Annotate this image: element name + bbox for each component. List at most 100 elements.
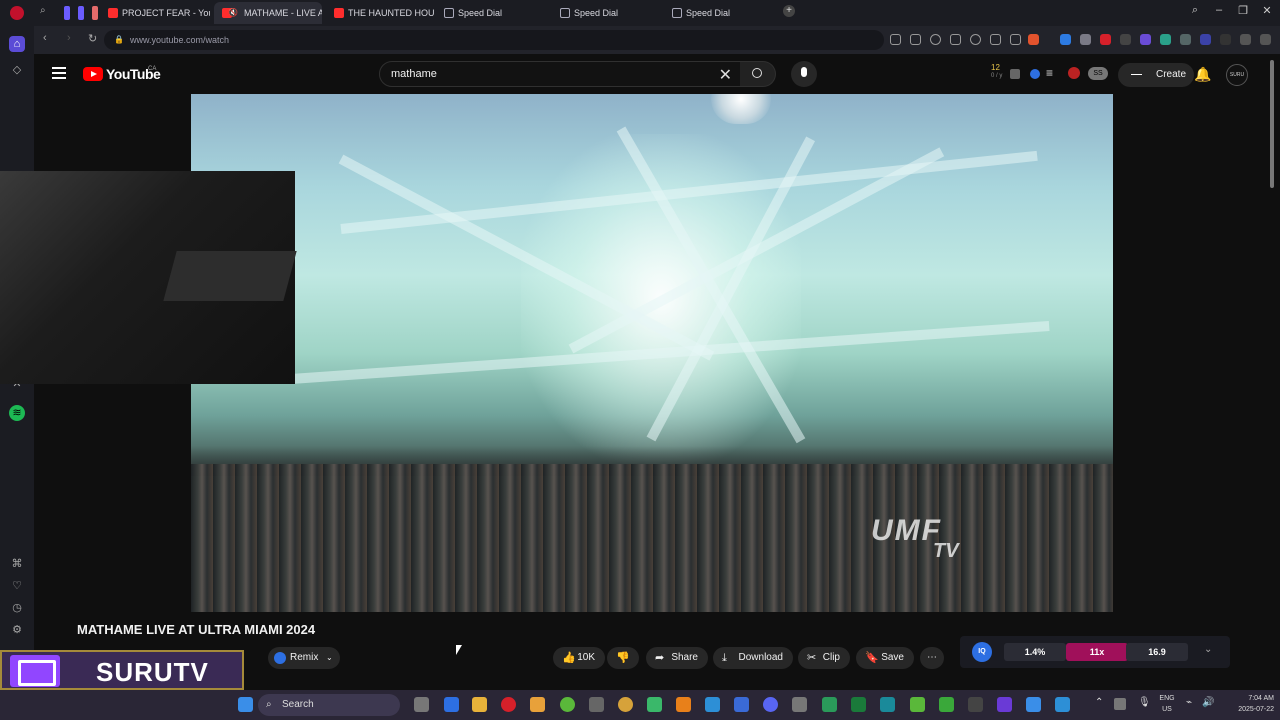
dislike-button[interactable]: 👎 <box>607 647 639 669</box>
app-flag-icon[interactable] <box>647 697 662 712</box>
download-button[interactable]: ⤓ Download <box>713 647 793 669</box>
search-input[interactable]: mathame ✕ <box>379 61 741 87</box>
chrome-icon[interactable] <box>618 697 633 712</box>
history-icon[interactable]: ◷ <box>9 600 25 616</box>
tray-mic-icon[interactable]: 🎙 <box>1138 697 1151 708</box>
app-blue-icon[interactable] <box>705 697 720 712</box>
extension-grid-icon[interactable] <box>1180 34 1191 45</box>
app-settings-icon[interactable] <box>792 697 807 712</box>
list-icon[interactable]: ≡ <box>1046 66 1053 80</box>
heart-icon[interactable]: ♡ <box>9 578 25 594</box>
settings-icon[interactable]: ⚙ <box>9 622 25 638</box>
tray-app-icon[interactable] <box>1114 698 1126 710</box>
clip-button[interactable]: ✂ Clip <box>798 647 850 669</box>
opera-icon[interactable] <box>501 697 516 712</box>
app-green2-icon[interactable] <box>822 697 837 712</box>
tab-search-icon[interactable]: ⌕ <box>40 5 46 16</box>
forward-icon[interactable]: › <box>67 32 71 44</box>
tab-haunted-house[interactable]: THE HAUNTED HOUSE I... <box>326 2 434 24</box>
close-window-icon[interactable]: ✕ <box>1258 4 1276 17</box>
rss-icon[interactable] <box>1120 34 1131 45</box>
app-purple-icon[interactable] <box>997 697 1012 712</box>
app-lime-icon[interactable] <box>910 697 925 712</box>
spotify-icon[interactable]: ≋ <box>9 405 25 421</box>
restore-icon[interactable]: ❐ <box>1234 4 1252 17</box>
tab-speed-dial-1[interactable]: Speed Dial <box>436 2 548 24</box>
tab-mathame[interactable]: 🔇 MATHAME - LIVE A... <box>214 2 322 24</box>
bell-icon[interactable]: 🔔 <box>1194 66 1211 83</box>
extension-box-icon[interactable] <box>1010 69 1020 79</box>
search-button[interactable] <box>740 61 776 87</box>
taskbar-search[interactable]: ⌕ Search <box>258 694 400 716</box>
pinned-tab-1[interactable] <box>64 6 70 20</box>
home-icon[interactable]: ⌂ <box>9 36 25 52</box>
speaker-muted-icon[interactable]: 🔇 <box>228 2 238 24</box>
xbox-icon[interactable] <box>851 697 866 712</box>
extension-2-icon[interactable] <box>910 34 921 45</box>
app-diamond-icon[interactable] <box>734 697 749 712</box>
language-indicator[interactable]: ENG US <box>1156 693 1178 715</box>
app-dark-icon[interactable] <box>968 697 983 712</box>
extension-orange-icon[interactable] <box>1028 34 1039 45</box>
pinned-tab-2[interactable] <box>78 6 84 20</box>
tab-project-fear[interactable]: PROJECT FEAR - YouTube <box>100 2 210 24</box>
iq-badge[interactable]: IQ <box>972 642 992 662</box>
extension-ss-badge[interactable]: SS <box>1088 67 1108 80</box>
extension-teal-icon[interactable] <box>1160 34 1171 45</box>
extension-red-icon[interactable] <box>1100 34 1111 45</box>
extension-alert-icon[interactable] <box>1068 67 1080 79</box>
file-explorer-icon[interactable] <box>472 697 487 712</box>
app-teal-icon[interactable] <box>880 697 895 712</box>
workspaces-icon[interactable]: ⌘ <box>9 556 25 572</box>
extension-3-icon[interactable] <box>930 34 941 45</box>
url-field[interactable]: 🔒 www.youtube.com/watch <box>104 30 884 50</box>
store-icon[interactable] <box>444 697 459 712</box>
remix-button[interactable]: Remix ⌄ <box>268 647 340 669</box>
opera-menu-icon[interactable] <box>10 6 24 20</box>
create-button[interactable]: Create <box>1118 63 1194 87</box>
voice-search-button[interactable] <box>791 61 817 87</box>
more-actions-button[interactable]: ⋯ <box>920 647 944 669</box>
minimize-icon[interactable]: – <box>1210 4 1228 16</box>
youtube-logo-icon[interactable] <box>83 67 103 81</box>
video-player[interactable]: UMF TV <box>191 94 1113 612</box>
chevron-down-icon[interactable]: ⌄ <box>1204 644 1212 655</box>
pinned-tab-3[interactable] <box>92 6 98 20</box>
tab-speed-dial-2[interactable]: Speed Dial <box>552 2 662 24</box>
tray-chevron-icon[interactable]: ⌃ <box>1095 697 1103 708</box>
start-icon[interactable] <box>238 697 253 712</box>
vlc-icon[interactable] <box>676 697 691 712</box>
share-button[interactable]: ➦ Share <box>646 647 708 669</box>
extension-dark-icon[interactable] <box>1220 34 1231 45</box>
volume-icon[interactable]: 🔊 <box>1202 697 1214 708</box>
extension-purple-icon[interactable] <box>1140 34 1151 45</box>
extension-5-icon[interactable] <box>1010 34 1021 45</box>
like-button[interactable]: 👍 10K <box>553 647 605 669</box>
avatar[interactable]: SURU <box>1226 64 1248 86</box>
hamburger-menu-icon[interactable] <box>52 67 66 79</box>
extension-1-icon[interactable] <box>890 34 901 45</box>
back-icon[interactable]: ‹ <box>43 32 47 44</box>
extension-gray-icon[interactable] <box>1080 34 1091 45</box>
search-tabs-icon[interactable]: ⌕ <box>1186 4 1204 17</box>
task-view-icon[interactable] <box>414 697 429 712</box>
app-chart-icon[interactable] <box>939 697 954 712</box>
download-icon[interactable] <box>990 34 1001 45</box>
bookmark-heart-icon[interactable] <box>970 34 981 45</box>
save-button[interactable]: 🔖 Save <box>856 647 914 669</box>
app-green-icon[interactable] <box>560 697 575 712</box>
tab-speed-dial-3[interactable]: Speed Dial <box>664 2 774 24</box>
extension-iq-icon[interactable] <box>1030 69 1040 79</box>
new-tab-button[interactable]: + <box>783 5 795 17</box>
extension-4-icon[interactable] <box>950 34 961 45</box>
app-image-icon[interactable] <box>1026 697 1041 712</box>
page-scrollbar[interactable] <box>1270 60 1274 188</box>
extension-last-icon[interactable] <box>1260 34 1271 45</box>
extension-indigo-icon[interactable] <box>1200 34 1211 45</box>
reload-icon[interactable]: ↻ <box>88 32 97 45</box>
app-lightning-icon[interactable] <box>530 697 545 712</box>
discord-icon[interactable] <box>763 697 778 712</box>
app-notes-icon[interactable] <box>1055 697 1070 712</box>
clear-search-icon[interactable]: ✕ <box>719 65 732 85</box>
extensions-puzzle-icon[interactable] <box>1240 34 1251 45</box>
